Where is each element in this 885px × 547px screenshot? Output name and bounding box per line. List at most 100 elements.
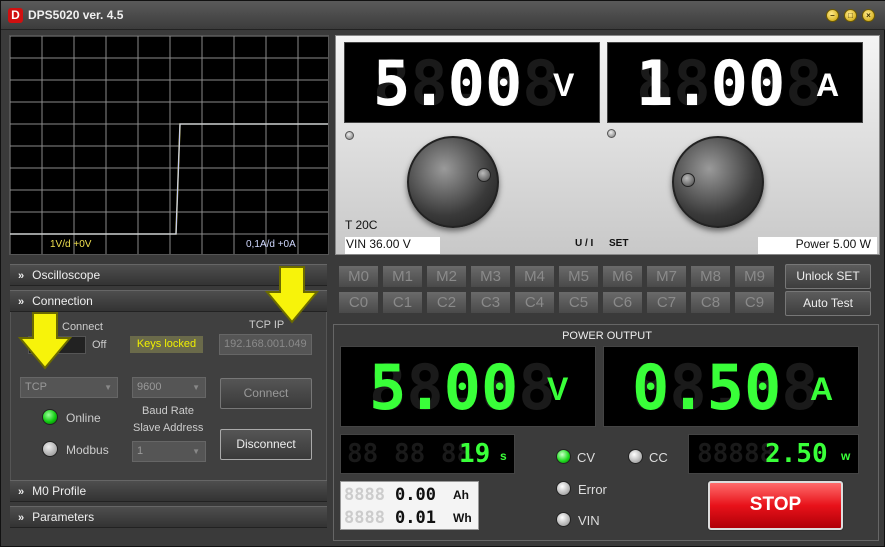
scope-voltage-scale: 1V/d +0V xyxy=(50,239,92,250)
maximize-icon[interactable]: □ xyxy=(844,9,857,22)
memory-button-m8[interactable]: M8 xyxy=(690,265,731,288)
memory-button-c3[interactable]: C3 xyxy=(470,291,511,314)
memory-button-m2[interactable]: M2 xyxy=(426,265,467,288)
vin-readout: VIN 36.00 V xyxy=(345,237,440,254)
power-output-title: POWER OUTPUT xyxy=(562,330,652,342)
current-knob[interactable] xyxy=(672,136,764,228)
wh-ghost: 8888 xyxy=(344,508,385,528)
time-ghost: 88 88 88 xyxy=(347,439,473,469)
memory-button-c5[interactable]: C5 xyxy=(558,291,599,314)
current-knob-marker xyxy=(681,173,695,187)
cv-led xyxy=(556,449,571,464)
keys-locked-badge: Keys locked xyxy=(130,336,203,353)
set-current-unit: A xyxy=(816,67,840,103)
memory-button-c4[interactable]: C4 xyxy=(514,291,555,314)
annotation-arrow-icon xyxy=(17,312,73,370)
error-label: Error xyxy=(578,482,607,497)
ah-unit: Ah xyxy=(453,488,469,502)
dropdown-arrow-icon: ▼ xyxy=(104,383,112,392)
parameters-panel-header[interactable]: » Parameters xyxy=(10,506,327,528)
unlock-set-button[interactable]: Unlock SET xyxy=(785,264,871,289)
slave-address-label: Slave Address xyxy=(133,422,204,434)
temperature-readout: T 20C xyxy=(345,218,378,232)
protocol-select[interactable]: TCP ▼ xyxy=(20,377,118,398)
title-bar: D DPS5020 ver. 4.5 – □ × xyxy=(1,1,885,30)
output-voltage-display: 88.88 5.00 V xyxy=(340,346,596,427)
output-current-display: 88.88 0.50 A xyxy=(603,346,859,427)
tcp-ip-input[interactable]: 192.168.001.049 xyxy=(219,334,312,355)
vin-label: VIN xyxy=(578,513,600,528)
online-radio[interactable] xyxy=(42,409,58,425)
oscilloscope-display: 1V/d +0V 0,1A/d +0A xyxy=(9,35,329,255)
protocol-value: TCP xyxy=(25,381,47,393)
current-indicator-led xyxy=(607,129,616,138)
set-voltage-value: 5.00 xyxy=(373,47,523,120)
chevron-down-icon: » xyxy=(18,296,25,308)
memory-button-m4[interactable]: M4 xyxy=(514,265,555,288)
scope-current-scale: 0,1A/d +0A xyxy=(246,239,296,250)
memory-button-c7[interactable]: C7 xyxy=(646,291,687,314)
ah-ghost: 8888 xyxy=(344,485,385,505)
annotation-arrow-icon xyxy=(264,266,320,324)
output-current-unit: A xyxy=(810,371,834,407)
cc-label: CC xyxy=(649,450,668,465)
ui-mode-label: U / I xyxy=(575,238,594,249)
memory-button-m1[interactable]: M1 xyxy=(382,265,423,288)
slave-address-value: 1 xyxy=(137,445,144,457)
modbus-label: Modbus xyxy=(66,443,109,457)
cv-label: CV xyxy=(577,450,596,465)
chevron-right-icon: » xyxy=(18,486,25,498)
close-icon[interactable]: × xyxy=(862,9,875,22)
power-readout: Power 5.00 W xyxy=(758,237,877,254)
voltage-knob[interactable] xyxy=(407,136,499,228)
set-label: SET xyxy=(609,238,629,249)
set-current-display: 88.88 1.00 A xyxy=(607,42,863,123)
memory-button-m6[interactable]: M6 xyxy=(602,265,643,288)
memory-button-c2[interactable]: C2 xyxy=(426,291,467,314)
memory-button-c1[interactable]: C1 xyxy=(382,291,423,314)
connection-panel-label: Connection xyxy=(32,294,93,308)
window-title: DPS5020 ver. 4.5 xyxy=(28,8,124,22)
connect-button[interactable]: Connect xyxy=(220,378,312,409)
m0-profile-panel-header[interactable]: » M0 Profile xyxy=(10,480,327,502)
oscilloscope-grid xyxy=(10,36,328,254)
modbus-radio[interactable] xyxy=(42,441,58,457)
memory-button-c0[interactable]: C0 xyxy=(338,291,379,314)
memory-button-c9[interactable]: C9 xyxy=(734,291,775,314)
wh-value: 0.01 xyxy=(395,508,436,528)
dropdown-arrow-icon: ▼ xyxy=(192,383,200,392)
set-voltage-display: 88.88 5.00 V xyxy=(344,42,600,123)
memory-button-m5[interactable]: M5 xyxy=(558,265,599,288)
memory-button-m7[interactable]: M7 xyxy=(646,265,687,288)
minimize-icon[interactable]: – xyxy=(826,9,839,22)
memory-button-m0[interactable]: M0 xyxy=(338,265,379,288)
chevron-right-icon: » xyxy=(18,270,25,282)
time-value: 19 xyxy=(459,439,491,469)
time-unit: s xyxy=(500,449,507,463)
baud-rate-select[interactable]: 9600 ▼ xyxy=(132,377,206,398)
power-unit: w xyxy=(841,449,851,463)
set-voltage-unit: V xyxy=(553,67,575,103)
set-panel: 88.88 5.00 V 88.88 1.00 A T 20C VIN 36.0… xyxy=(335,35,880,255)
power-value: 2.50 xyxy=(765,439,828,469)
slave-address-select[interactable]: 1 ▼ xyxy=(132,441,206,462)
memory-button-m3[interactable]: M3 xyxy=(470,265,511,288)
power-ghost: 88888 xyxy=(697,439,776,469)
set-status-bar: VIN 36.00 V U / I SET Power 5.00 W xyxy=(337,237,878,254)
auto-test-button[interactable]: Auto Test xyxy=(785,291,871,316)
memory-button-c6[interactable]: C6 xyxy=(602,291,643,314)
memory-button-m9[interactable]: M9 xyxy=(734,265,775,288)
oscilloscope-panel-label: Oscilloscope xyxy=(32,268,101,282)
time-display: 88 88 88 19 s xyxy=(340,434,515,474)
stop-button[interactable]: STOP xyxy=(708,481,843,530)
app-logo-icon: D xyxy=(8,8,23,23)
voltage-knob-marker xyxy=(477,168,491,182)
chevron-right-icon: » xyxy=(18,512,25,524)
m0-profile-panel-label: M0 Profile xyxy=(32,484,87,498)
memory-button-c8[interactable]: C8 xyxy=(690,291,731,314)
disconnect-button[interactable]: Disconnect xyxy=(220,429,312,460)
power-display: 88888 2.50 w xyxy=(688,434,859,474)
output-voltage-value: 5.00 xyxy=(369,351,519,424)
error-led xyxy=(556,481,571,496)
vin-led xyxy=(556,512,571,527)
